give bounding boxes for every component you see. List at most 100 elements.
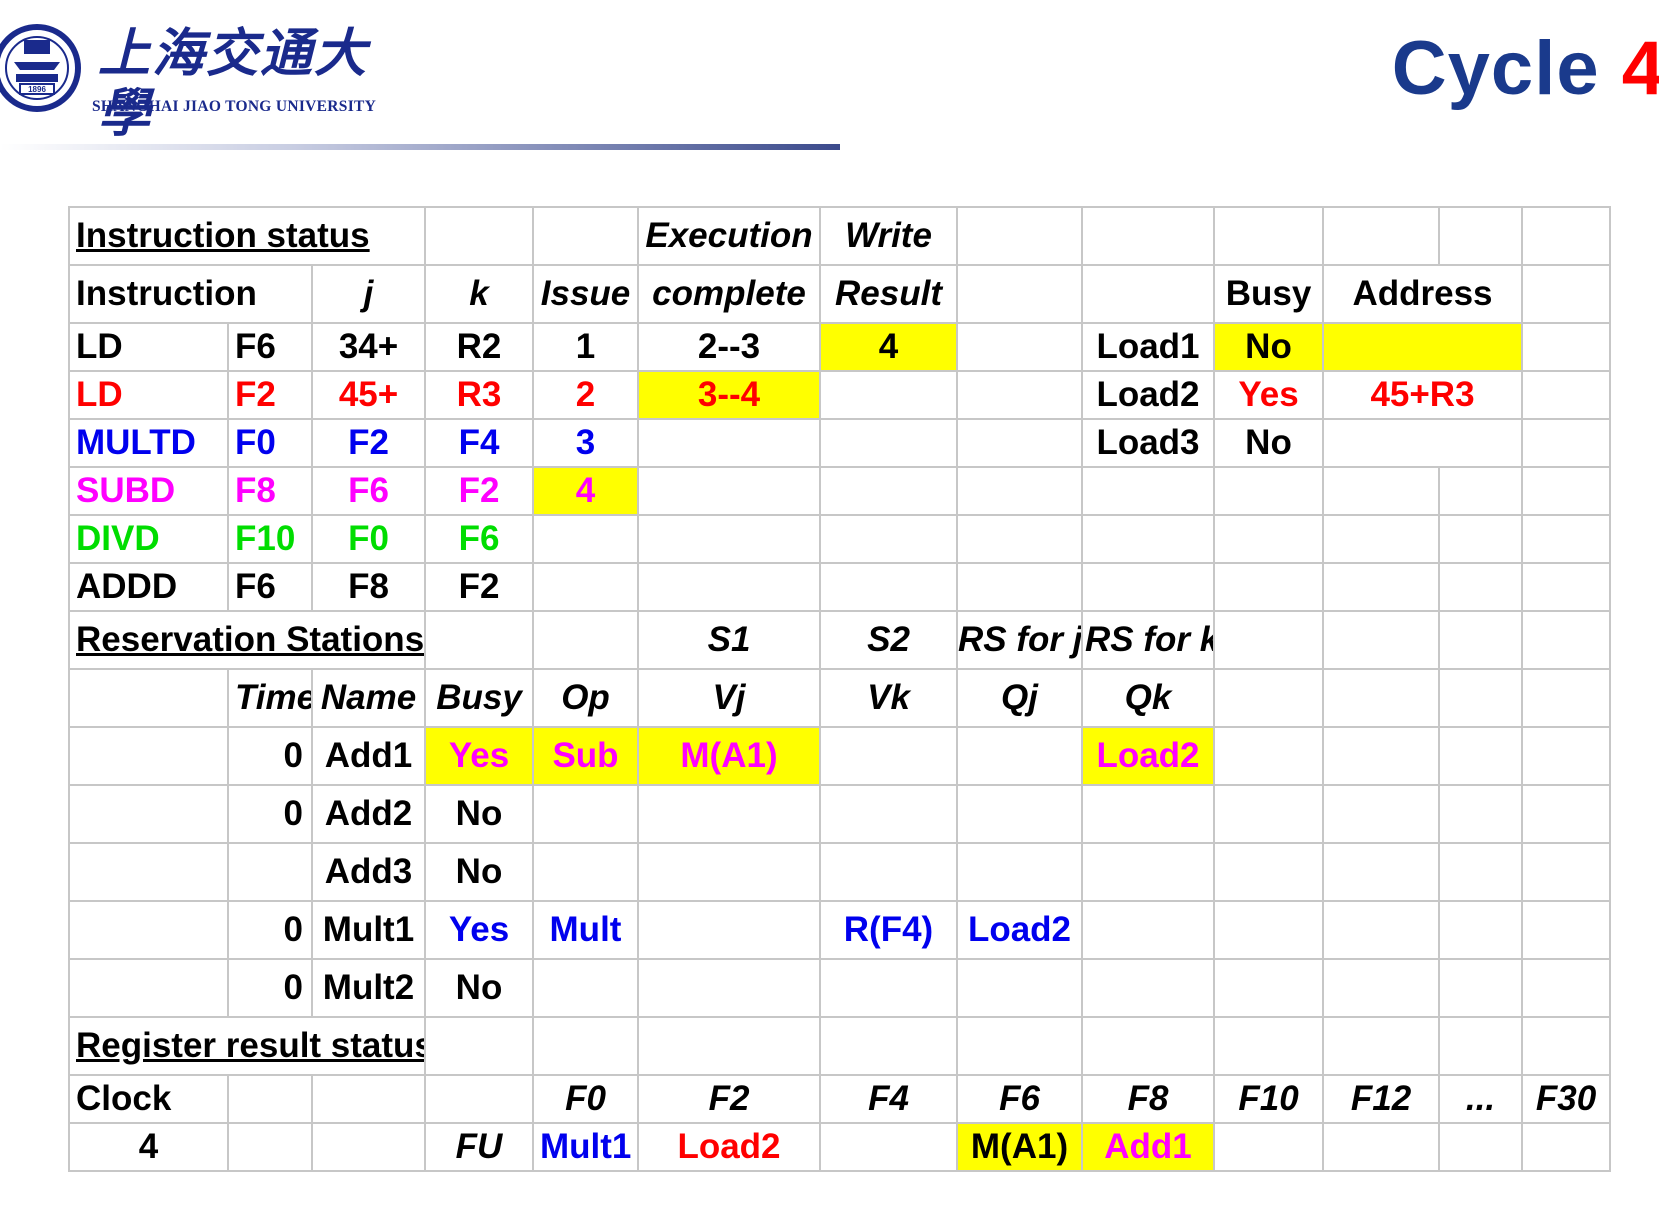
instr-op: LD <box>68 322 229 372</box>
rs-busy: No <box>424 842 534 902</box>
instruction-header: Instruction <box>68 264 313 324</box>
rs-qk <box>1081 900 1215 960</box>
rs-vk-header: Vk <box>819 668 958 728</box>
issue-header: Issue <box>532 264 639 324</box>
rs-busy-header: Busy <box>424 668 534 728</box>
instr-issue: 2 <box>532 370 639 420</box>
instr-write <box>819 562 958 612</box>
instr-issue <box>532 562 639 612</box>
instr-op: DIVD <box>68 514 229 564</box>
instr-op: ADDD <box>68 562 229 612</box>
instr-dest: F8 <box>227 466 313 516</box>
s1-header: S1 <box>637 610 821 670</box>
instr-j: 34+ <box>311 322 426 372</box>
instr-write <box>819 466 958 516</box>
load-address <box>1322 418 1523 468</box>
tomasulo-table: Instruction status Execution Write Instr… <box>68 206 1611 1182</box>
rs-qj <box>956 842 1083 902</box>
rsj-header: RS for j <box>956 610 1083 670</box>
rs-qj <box>956 958 1083 1018</box>
rs-vk <box>819 784 958 844</box>
instr-exec <box>637 418 821 468</box>
instr-exec: 3--4 <box>637 370 821 420</box>
reservation-stations-label: Reservation Stations <box>68 610 426 670</box>
k-header: k <box>424 264 534 324</box>
rs-name: Mult1 <box>311 900 426 960</box>
reg-fu <box>1213 1122 1324 1172</box>
rs-qj <box>956 726 1083 786</box>
instr-issue <box>532 514 639 564</box>
rs-vj: M(A1) <box>637 726 821 786</box>
instr-k: F2 <box>424 562 534 612</box>
slide-header: 1896 上海交通大學 SHANGHAI JIAO TONG UNIVERSIT… <box>0 0 1659 160</box>
university-name-en: SHANGHAI JIAO TONG UNIVERSITY <box>92 98 377 115</box>
rs-op <box>532 958 639 1018</box>
instr-dest: F6 <box>227 322 313 372</box>
instr-dest: F2 <box>227 370 313 420</box>
seal-year: 1896 <box>28 85 46 94</box>
instr-issue: 4 <box>532 466 639 516</box>
instruction-row: DIVD F10 F0 F6 <box>68 514 1611 564</box>
cycle-number: 4 <box>1621 26 1659 111</box>
reg-name: F0 <box>532 1074 639 1124</box>
rs-vj <box>637 900 821 960</box>
header-rule <box>0 144 840 150</box>
university-seal-icon: 1896 <box>0 24 81 112</box>
instr-exec: 2--3 <box>637 322 821 372</box>
instr-dest: F10 <box>227 514 313 564</box>
reg-name: F30 <box>1521 1074 1611 1124</box>
instr-exec <box>637 466 821 516</box>
reservation-station-row: 0 Mult1 Yes Mult R(F4) Load2 <box>68 900 1611 960</box>
load-address: 45+R3 <box>1322 370 1523 420</box>
rs-busy: No <box>424 784 534 844</box>
instr-write <box>819 514 958 564</box>
title-prefix: Cycle <box>1391 26 1600 111</box>
rs-op: Mult <box>532 900 639 960</box>
rsk-header: RS for k <box>1081 610 1215 670</box>
load-name: Load1 <box>1081 322 1215 372</box>
instr-dest: F0 <box>227 418 313 468</box>
instr-j: F8 <box>311 562 426 612</box>
load-address-header: Address <box>1322 264 1523 324</box>
university-name-cn: 上海交通大學 <box>98 23 369 144</box>
rs-vk <box>819 726 958 786</box>
s2-header: S2 <box>819 610 958 670</box>
rs-name: Mult2 <box>311 958 426 1018</box>
instruction-status-label: Instruction status <box>68 206 426 266</box>
instr-exec <box>637 562 821 612</box>
instruction-row: ADDD F6 F8 F2 <box>68 562 1611 612</box>
rs-busy: No <box>424 958 534 1018</box>
reg-fu <box>1521 1122 1611 1172</box>
rs-op <box>532 784 639 844</box>
rs-qk-header: Qk <box>1081 668 1215 728</box>
rs-vk: R(F4) <box>819 900 958 960</box>
instr-op: LD <box>68 370 229 420</box>
slide-title: Cycle 4 <box>1392 24 1659 114</box>
rs-op <box>532 842 639 902</box>
register-names-row: Clock F0 F2 F4 F6 F8 F10 F12 ... F30 <box>68 1074 1611 1124</box>
register-status-header-row: Register result status <box>68 1016 1611 1076</box>
status-table: Instruction status Execution Write Instr… <box>68 206 1611 1172</box>
reg-name: F8 <box>1081 1074 1215 1124</box>
instr-issue: 3 <box>532 418 639 468</box>
reg-name: F10 <box>1213 1074 1324 1124</box>
reservation-stations-header-row: Reservation Stations S1 S2 RS for j RS f… <box>68 610 1611 670</box>
result-header: Result <box>819 264 958 324</box>
instruction-row: SUBD F8 F6 F2 4 <box>68 466 1611 516</box>
instr-issue: 1 <box>532 322 639 372</box>
rs-qk: Load2 <box>1081 726 1215 786</box>
rs-qj-header: Qj <box>956 668 1083 728</box>
reg-fu: Add1 <box>1081 1122 1215 1172</box>
rs-vj-header: Vj <box>637 668 821 728</box>
rs-busy: Yes <box>424 726 534 786</box>
reservation-station-row: 0 Mult2 No <box>68 958 1611 1018</box>
clock-value: 4 <box>68 1122 229 1172</box>
complete-header: complete <box>637 264 821 324</box>
instr-op: MULTD <box>68 418 229 468</box>
reg-name: ... <box>1438 1074 1523 1124</box>
university-logo: 1896 上海交通大學 SHANGHAI JIAO TONG UNIVERSIT… <box>0 18 420 144</box>
reg-name: F2 <box>637 1074 821 1124</box>
instruction-status-header-row: Instruction status Execution Write <box>68 206 1611 266</box>
load-busy: Yes <box>1213 370 1324 420</box>
j-header: j <box>311 264 426 324</box>
